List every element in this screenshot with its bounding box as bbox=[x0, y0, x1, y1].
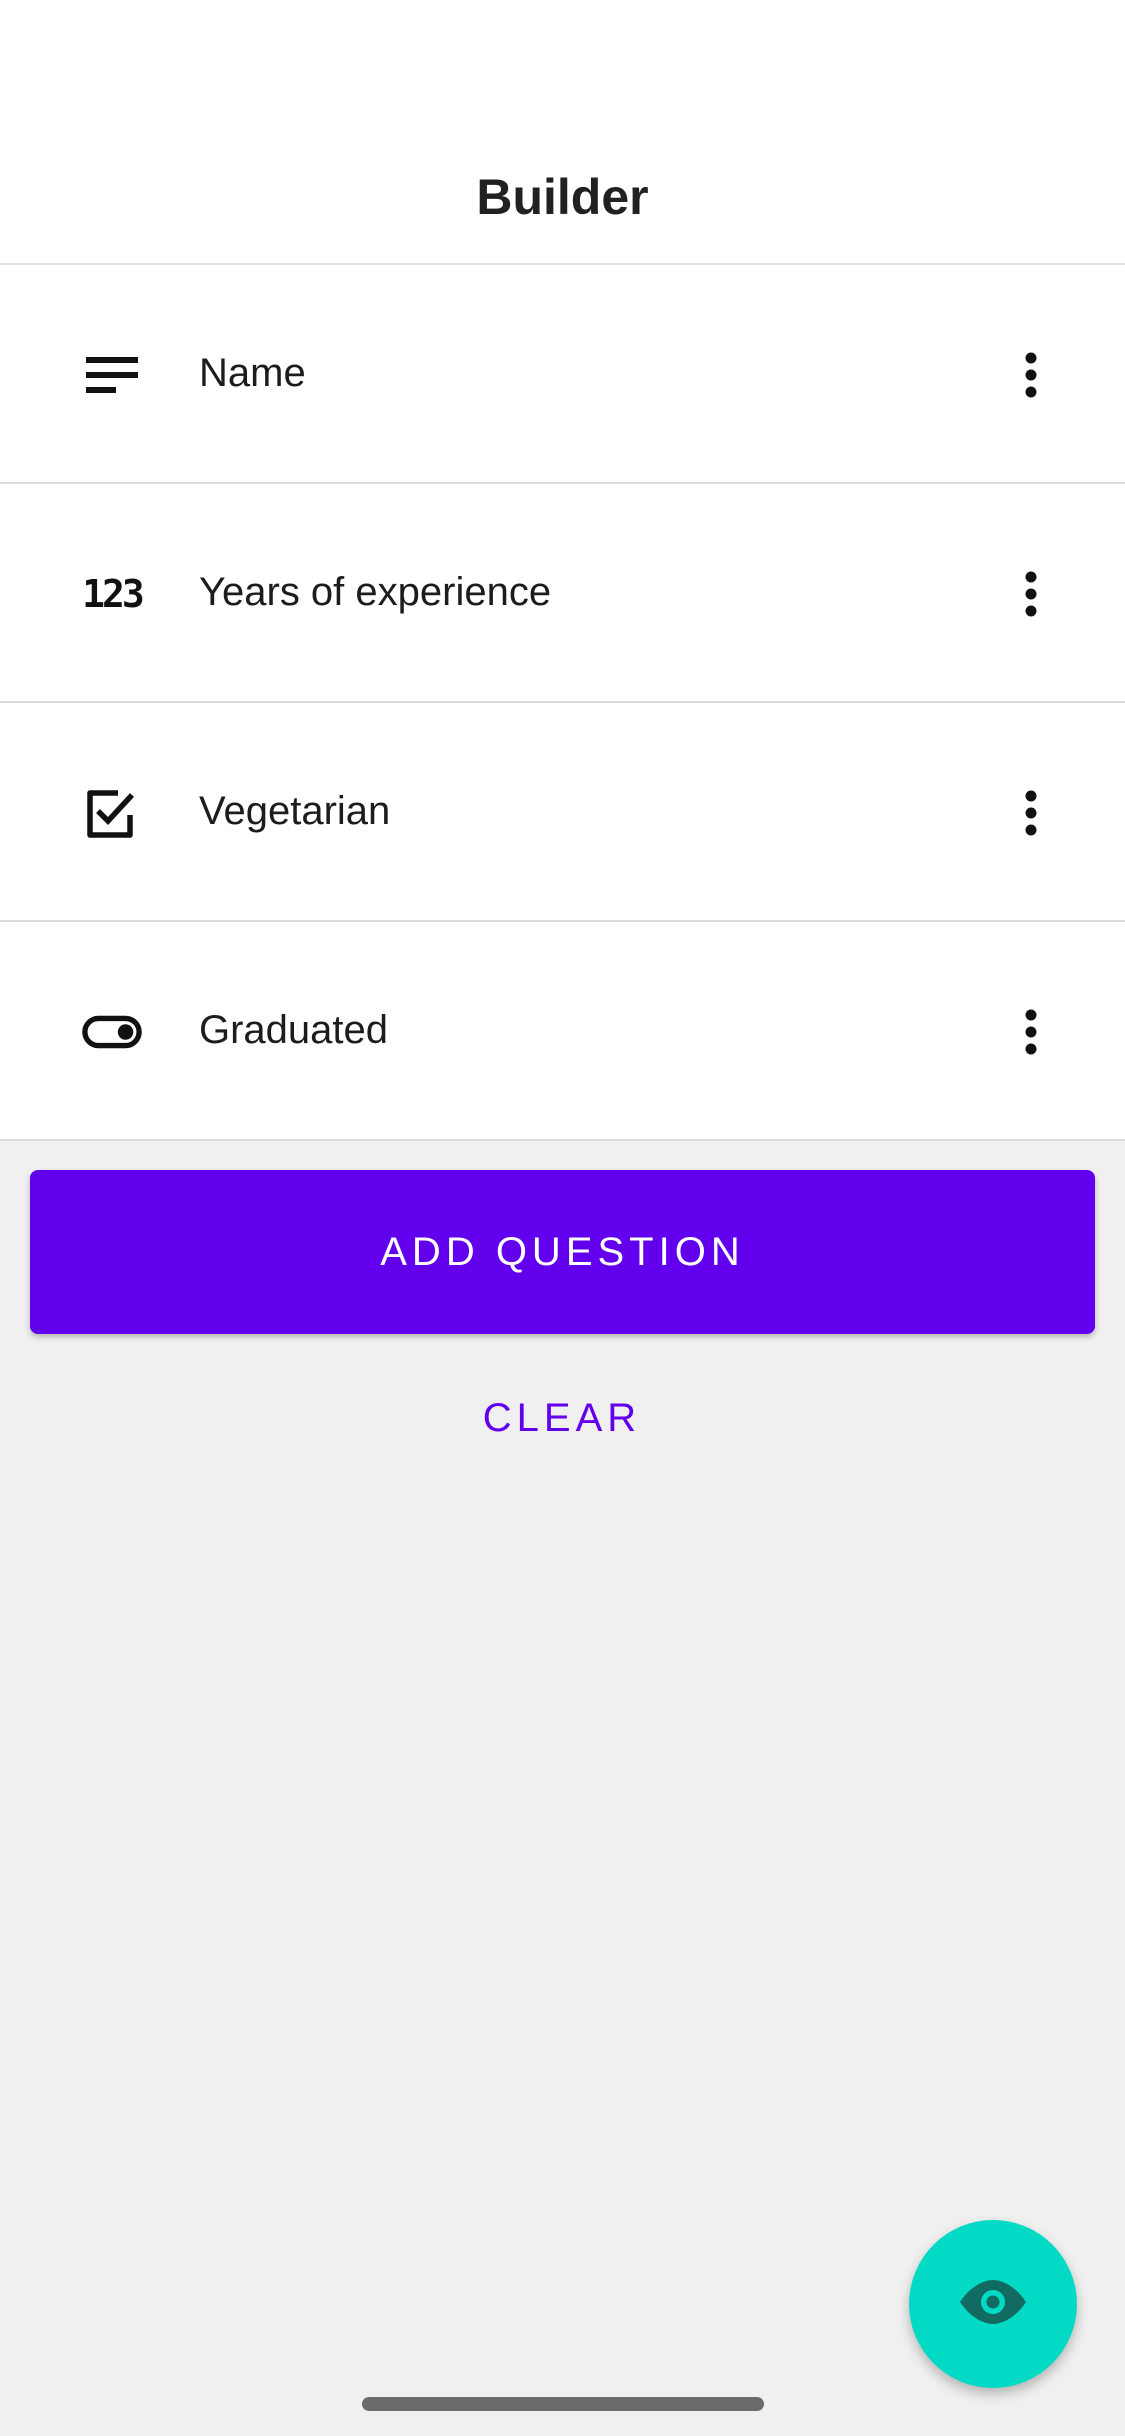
checkbox-icon bbox=[82, 783, 142, 843]
home-indicator[interactable] bbox=[362, 2397, 764, 2411]
question-row-graduated[interactable]: Graduated bbox=[0, 922, 1125, 1141]
number-icon: 123 bbox=[82, 564, 145, 624]
question-list: Name 123 Years of experience Vegetarian … bbox=[0, 265, 1125, 1141]
eye-icon bbox=[958, 2278, 1028, 2331]
number-icon-text: 123 bbox=[82, 572, 145, 616]
question-label: Name bbox=[199, 351, 306, 395]
app-bar: Builder bbox=[0, 0, 1125, 265]
short-text-icon bbox=[82, 345, 142, 405]
preview-fab-button[interactable] bbox=[909, 2220, 1077, 2388]
question-label: Vegetarian bbox=[199, 789, 391, 833]
question-label: Years of experience bbox=[199, 570, 552, 614]
question-row-vegetarian[interactable]: Vegetarian bbox=[0, 703, 1125, 922]
clear-button[interactable]: CLEAR bbox=[412, 1385, 712, 1451]
more-vert-icon[interactable] bbox=[1011, 1002, 1051, 1062]
add-question-button[interactable]: ADD QUESTION bbox=[30, 1170, 1095, 1334]
toggle-icon bbox=[82, 1002, 142, 1062]
question-row-years-of-experience[interactable]: 123 Years of experience bbox=[0, 484, 1125, 703]
more-vert-icon[interactable] bbox=[1011, 345, 1051, 405]
more-vert-icon[interactable] bbox=[1011, 564, 1051, 624]
more-vert-icon[interactable] bbox=[1011, 783, 1051, 843]
question-row-name[interactable]: Name bbox=[0, 265, 1125, 484]
question-label: Graduated bbox=[199, 1008, 389, 1052]
page-title: Builder bbox=[476, 169, 649, 225]
